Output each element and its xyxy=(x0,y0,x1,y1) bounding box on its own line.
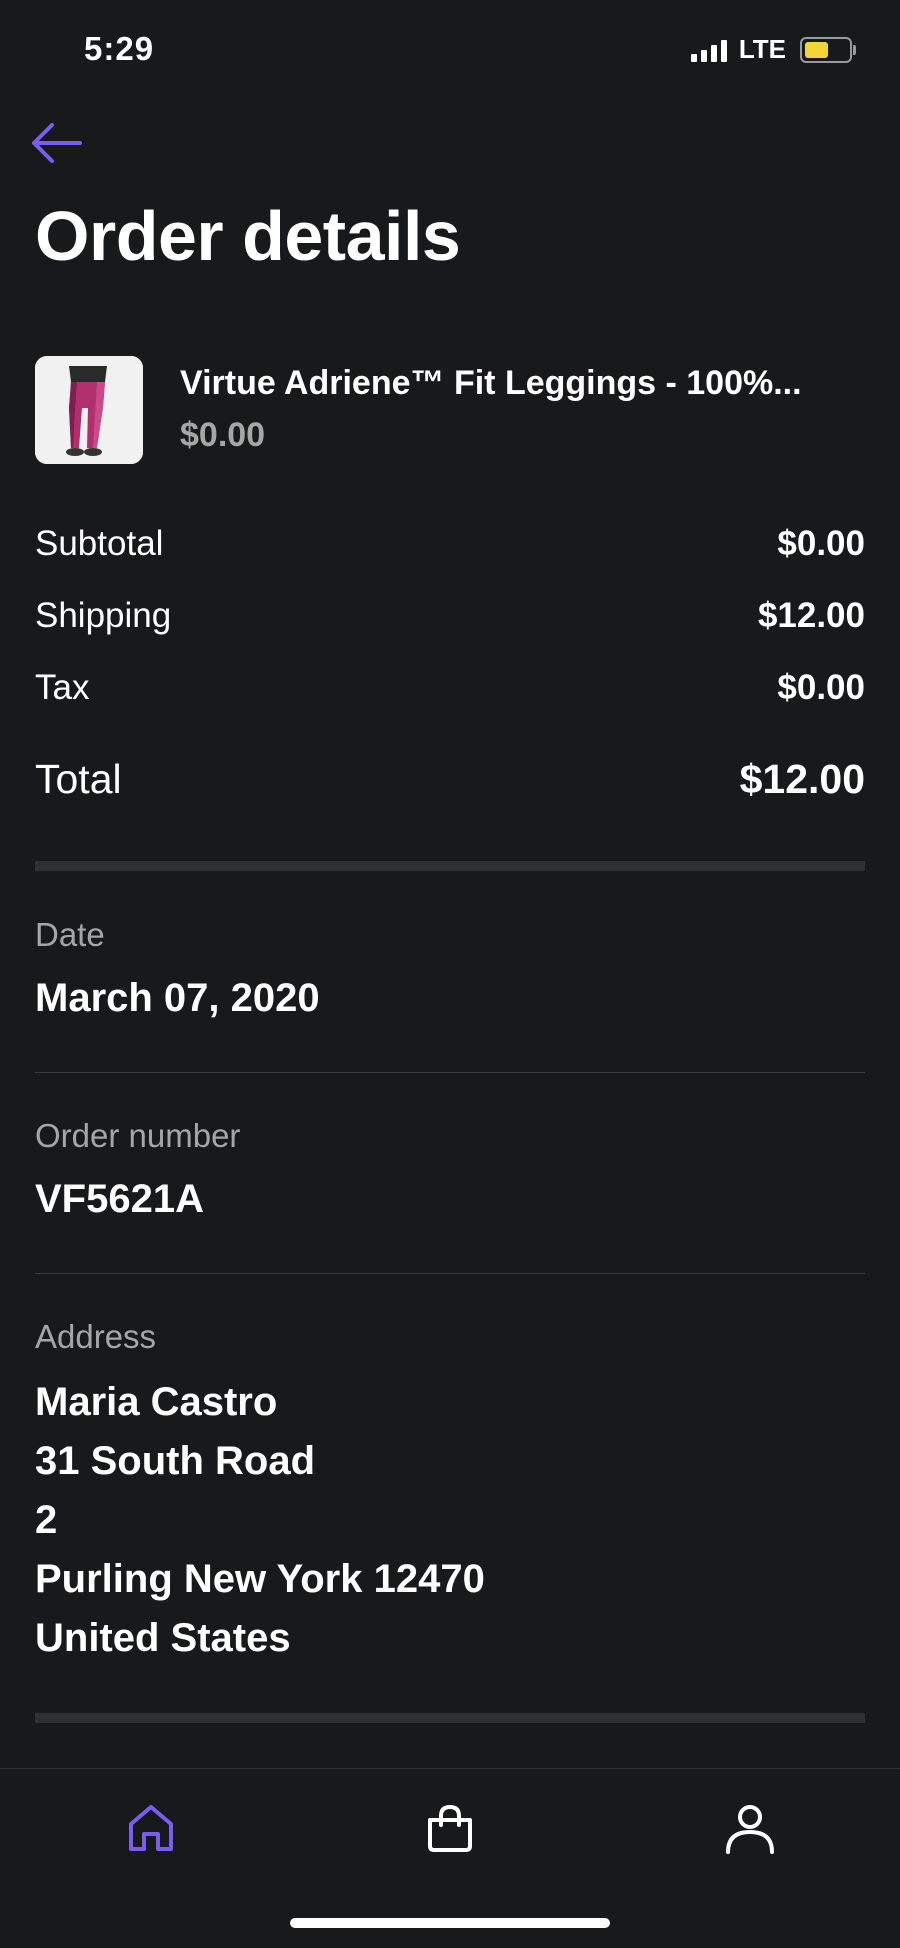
divider xyxy=(35,1273,865,1274)
profile-icon xyxy=(726,1805,774,1854)
date-value: March 07, 2020 xyxy=(35,976,320,1020)
date-label: Date xyxy=(35,916,105,953)
divider xyxy=(35,1072,865,1073)
total-row: Total $12.00 xyxy=(35,756,865,803)
shopping-bag-icon xyxy=(428,1804,472,1852)
shipping-row: Shipping $12.00 xyxy=(35,596,865,636)
battery-icon xyxy=(800,36,856,63)
network-label: LTE xyxy=(738,34,786,64)
tax-label: Tax xyxy=(35,668,90,707)
order-item[interactable]: Virtue Adriene™ Fit Leggings - 100%... $… xyxy=(35,356,865,464)
address-line: Maria Castro xyxy=(35,1380,278,1424)
tab-home[interactable] xyxy=(116,1793,186,1863)
status-indicators: LTE xyxy=(690,34,856,65)
order-number-value: VF5621A xyxy=(35,1177,204,1221)
battery-level xyxy=(805,41,829,58)
section-divider xyxy=(35,861,865,871)
page-title: Order details xyxy=(35,197,461,275)
section-divider xyxy=(35,1713,865,1723)
subtotal-label: Subtotal xyxy=(35,524,164,563)
product-name: Virtue Adriene™ Fit Leggings - 100%... xyxy=(180,364,802,402)
status-bar: 5:29 LTE xyxy=(0,0,900,100)
address-label: Address xyxy=(35,1318,157,1355)
address-line: 2 xyxy=(35,1498,58,1542)
total-value: $12.00 xyxy=(739,756,865,802)
status-time: 5:29 xyxy=(84,30,155,67)
tab-shop[interactable] xyxy=(415,1793,485,1863)
leggings-image xyxy=(35,356,143,464)
subtotal-row: Subtotal $0.00 xyxy=(35,524,865,564)
address-line: 31 South Road xyxy=(35,1439,316,1483)
order-number-label: Order number xyxy=(35,1117,241,1154)
product-price: $0.00 xyxy=(180,416,266,454)
address-line: United States xyxy=(35,1616,291,1660)
home-indicator[interactable] xyxy=(290,1918,610,1928)
product-thumbnail xyxy=(35,356,143,464)
home-icon xyxy=(129,1805,173,1851)
tax-row: Tax $0.00 xyxy=(35,668,865,708)
tax-value: $0.00 xyxy=(777,668,865,707)
address-line: Purling New York 12470 xyxy=(35,1557,485,1601)
shipping-label: Shipping xyxy=(35,596,172,635)
arrow-left-icon xyxy=(32,123,82,163)
total-label: Total xyxy=(35,756,122,802)
back-button[interactable] xyxy=(28,120,88,166)
shipping-value: $12.00 xyxy=(757,596,865,635)
signal-icon xyxy=(690,38,727,62)
tab-profile[interactable] xyxy=(715,1793,785,1863)
subtotal-value: $0.00 xyxy=(777,524,865,563)
